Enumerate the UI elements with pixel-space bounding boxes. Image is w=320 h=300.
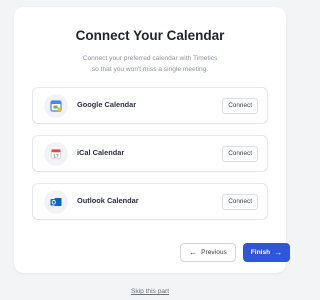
outlook-calendar-icon (44, 190, 68, 214)
connect-google-button[interactable]: Connect (222, 98, 258, 114)
subtitle-line-2: so that you won't miss a single meeting. (91, 66, 209, 73)
finish-label: Finish (250, 249, 271, 256)
svg-text:17: 17 (53, 153, 59, 158)
previous-label: Previous (201, 249, 227, 256)
finish-button[interactable]: Finish → (243, 243, 290, 262)
calendar-name: iCal Calendar (77, 148, 125, 157)
connect-ical-button[interactable]: Connect (222, 146, 258, 162)
arrow-left-icon: ← (189, 247, 198, 257)
arrow-right-icon: → (274, 247, 283, 257)
ical-calendar-icon: 17 (44, 142, 68, 166)
previous-button[interactable]: ← Previous (180, 243, 236, 262)
connect-outlook-button[interactable]: Connect (222, 194, 258, 210)
subtitle-line-1: Connect your preferred calendar with Tim… (82, 55, 218, 62)
page-subtitle: Connect your preferred calendar with Tim… (34, 53, 266, 75)
connect-calendar-card: Connect Your Calendar Connect your prefe… (14, 7, 290, 273)
calendar-option-outlook: Outlook Calendar Connect (32, 183, 268, 220)
skip-link[interactable]: Skip this part (0, 288, 300, 295)
page-title: Connect Your Calendar (75, 28, 225, 43)
calendar-name: Outlook Calendar (77, 196, 139, 205)
calendar-name: Google Calendar (77, 100, 137, 109)
google-calendar-icon (44, 94, 68, 118)
calendar-option-google: Google Calendar Connect (32, 87, 268, 124)
calendar-option-ical: 17 iCal Calendar Connect (32, 135, 268, 172)
